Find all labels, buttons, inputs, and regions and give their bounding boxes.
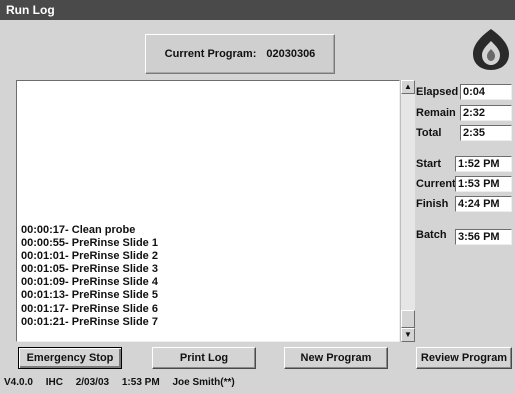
version-text: V4.0.0 [4,377,33,388]
review-program-button[interactable]: Review Program [416,347,512,369]
elapsed-label: Elapsed [416,86,459,98]
log-line: 00:01:13- PreRinse Slide 5 [21,289,158,302]
log-scrollbar[interactable]: ▲ ▼ [400,80,415,342]
status-bar: V4.0.0 IHC 2/03/03 1:53 PM Joe Smith(**) [4,377,245,391]
remain-label: Remain [416,107,456,119]
emergency-stop-button[interactable]: Emergency Stop [18,347,122,369]
log-line: 00:01:05- PreRinse Slide 3 [21,263,158,276]
log-line: 00:01:01- PreRinse Slide 2 [21,250,158,263]
remain-value: 2:32 [460,105,512,121]
log-line: 00:00:55- PreRinse Slide 1 [21,237,158,250]
current-program-panel: Current Program: 02030306 [145,34,335,74]
log-line: 00:01:17- PreRinse Slide 6 [21,302,158,315]
print-log-button[interactable]: Print Log [152,347,256,369]
new-program-button[interactable]: New Program [284,347,388,369]
elapsed-value: 0:04 [460,84,512,100]
batch-value: 3:56 PM [455,229,512,245]
user-text: Joe Smith(**) [172,377,235,388]
current-program-value: 02030306 [266,48,316,60]
scroll-thumb[interactable] [401,310,415,328]
run-log-list[interactable]: 00:00:17- Clean probe 00:00:55- PreRinse… [16,80,400,342]
start-label: Start [416,158,442,170]
log-line: 00:01:21- PreRinse Slide 7 [21,315,158,328]
time-text: 1:53 PM [121,377,160,388]
current-program-label: Current Program: [164,48,257,60]
total-label: Total [416,127,442,139]
scroll-down-arrow-icon[interactable]: ▼ [401,328,415,342]
date-text: 2/03/03 [75,377,110,388]
scroll-up-arrow-icon[interactable]: ▲ [401,80,415,94]
flame-logo-icon [473,29,509,70]
finish-label: Finish [416,198,449,210]
total-value: 2:35 [460,125,512,141]
current-label: Current [416,178,456,190]
finish-value: 4:24 PM [455,196,512,212]
window-title: Run Log [0,0,515,20]
log-lines: 00:00:17- Clean probe 00:00:55- PreRinse… [21,224,158,329]
start-value: 1:52 PM [455,156,512,172]
current-time-value: 1:53 PM [455,176,512,192]
mode-text: IHC [45,377,63,388]
log-line: 00:01:09- PreRinse Slide 4 [21,276,158,289]
log-line: 00:00:17- Clean probe [21,224,136,236]
batch-label: Batch [416,229,447,241]
